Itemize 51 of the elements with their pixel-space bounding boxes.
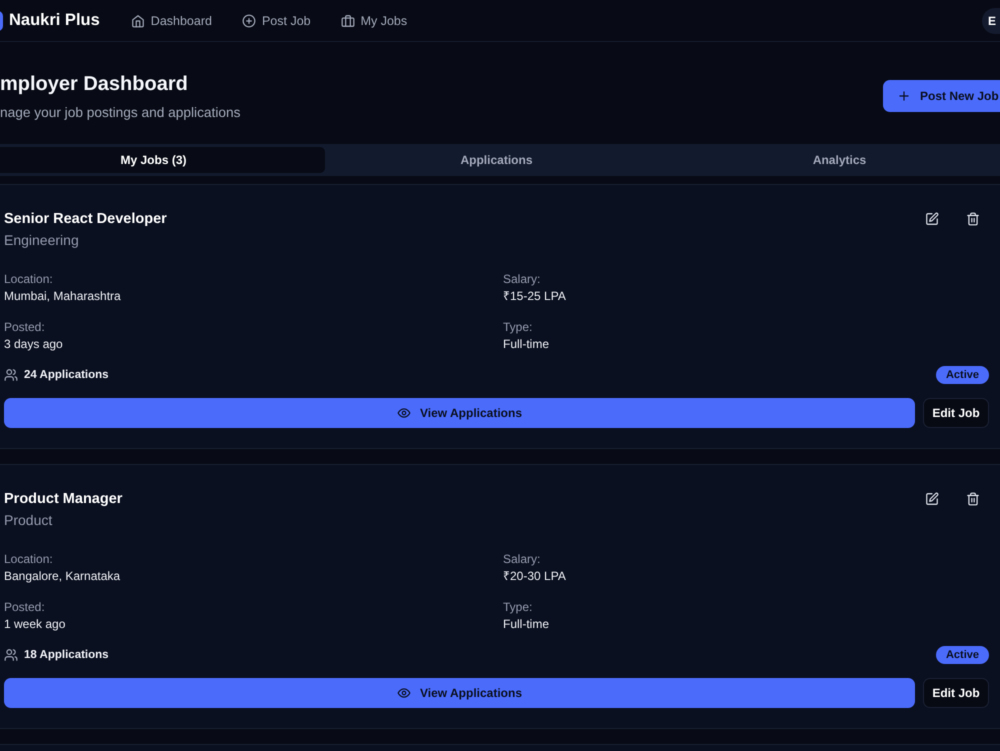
field-value: ₹20-30 LPA bbox=[503, 568, 567, 584]
app-logo[interactable]: Naukri Plus bbox=[9, 11, 100, 30]
home-icon bbox=[130, 14, 145, 28]
tab[interactable]: Analytics bbox=[668, 147, 1000, 173]
briefcase-icon bbox=[340, 14, 355, 28]
edit-icon bbox=[925, 212, 939, 226]
eye-icon bbox=[396, 406, 411, 420]
job-title: Senior React Developer bbox=[4, 210, 167, 229]
job-title: Product Manager bbox=[4, 490, 122, 509]
nav-link[interactable]: Post Job bbox=[242, 14, 311, 28]
eye-icon bbox=[396, 686, 411, 700]
trash-icon bbox=[966, 492, 980, 506]
view-applications-button[interactable]: View Applications bbox=[4, 398, 915, 428]
plus-icon bbox=[897, 89, 911, 103]
edit-job-button[interactable]: Edit Job bbox=[923, 678, 989, 708]
post-new-job-button[interactable]: Post New Job bbox=[883, 80, 1000, 112]
field-value: ₹15-25 LPA bbox=[503, 288, 567, 304]
edit-job-button[interactable]: Edit Job bbox=[923, 398, 989, 428]
applications-count: 24 Applications bbox=[24, 369, 109, 381]
job-department: Engineering bbox=[4, 231, 80, 250]
applications-count: 18 Applications bbox=[24, 649, 109, 661]
nav-link[interactable]: Dashboard bbox=[130, 14, 212, 28]
trash-icon bbox=[966, 212, 980, 226]
page-title: mployer Dashboard bbox=[0, 72, 189, 97]
field-value: Bangalore, Karnataka bbox=[4, 568, 122, 584]
field-label: Posted: bbox=[4, 319, 46, 335]
status-badge: Active bbox=[936, 366, 989, 384]
field-label: Type: bbox=[503, 599, 534, 615]
field-label: Type: bbox=[503, 319, 534, 335]
field-value: 3 days ago bbox=[4, 336, 64, 352]
page-subtitle: nage your job postings and applications bbox=[0, 104, 240, 122]
users-icon bbox=[4, 368, 18, 382]
status-badge: Active bbox=[936, 646, 989, 664]
field-value: Full-time bbox=[503, 616, 550, 632]
field-value: Full-time bbox=[503, 336, 550, 352]
users-icon bbox=[4, 648, 18, 662]
field-label: Salary: bbox=[503, 551, 542, 567]
nav-link[interactable]: My Jobs bbox=[340, 14, 408, 28]
plus-circle-icon bbox=[242, 14, 256, 28]
view-applications-button[interactable]: View Applications bbox=[4, 678, 915, 708]
tab[interactable]: Applications bbox=[325, 147, 668, 173]
field-label: Location: bbox=[4, 271, 54, 287]
field-value: Mumbai, Maharashtra bbox=[4, 288, 122, 304]
edit-icon bbox=[925, 492, 939, 506]
job-department: Product bbox=[4, 511, 54, 530]
field-label: Salary: bbox=[503, 271, 542, 287]
user-avatar[interactable]: E bbox=[982, 8, 1000, 34]
field-label: Location: bbox=[4, 551, 54, 567]
field-value: 1 week ago bbox=[4, 616, 66, 632]
tab[interactable]: My Jobs (3) bbox=[0, 147, 325, 173]
field-label: Posted: bbox=[4, 599, 46, 615]
